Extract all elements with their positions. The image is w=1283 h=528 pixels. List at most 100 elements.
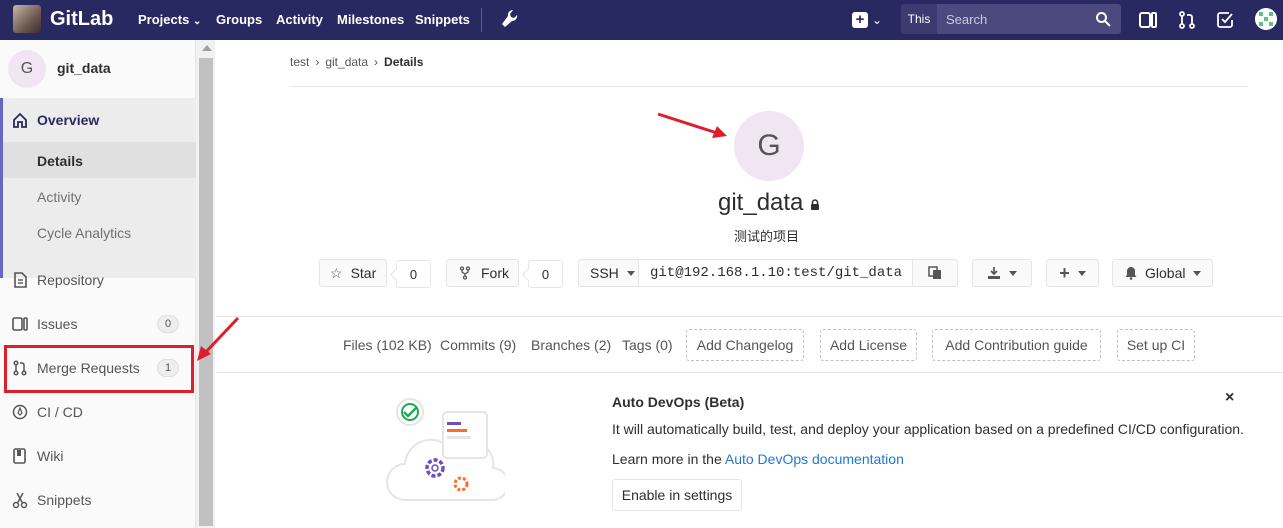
nav-snippets[interactable]: Snippets (415, 12, 470, 27)
sidebar-project-header[interactable]: G git_data (0, 40, 196, 98)
devops-description: It will automatically build, test, and d… (612, 421, 1244, 437)
rocket-icon (12, 404, 28, 420)
clone-url-input[interactable]: git@192.168.1.10:test/git_data (638, 259, 913, 287)
breadcrumb-divider (290, 86, 1248, 87)
copy-icon (928, 266, 941, 279)
close-icon[interactable]: × (1225, 389, 1234, 407)
fork-icon (459, 266, 471, 280)
breadcrumb-test[interactable]: test (290, 55, 309, 69)
sidebar-item-label: Overview (37, 112, 100, 128)
merge-request-nav-icon[interactable] (1177, 10, 1197, 30)
divider (216, 372, 1283, 373)
divider (216, 316, 1283, 317)
wrench-icon[interactable] (500, 8, 518, 30)
sidebar-item-snippets[interactable]: Snippets (0, 478, 196, 522)
sidebar-item-label: Repository (37, 272, 104, 288)
todos-icon[interactable] (1215, 10, 1235, 30)
nav-activity[interactable]: Activity (276, 12, 323, 27)
commits-link[interactable]: Commits (9) (440, 337, 516, 353)
issues-count-badge: 0 (157, 315, 179, 333)
sidebar-item-issues[interactable]: Issues 0 (0, 302, 196, 346)
sidebar-item-label: Issues (37, 316, 78, 332)
scroll-up-arrow-icon[interactable] (202, 45, 212, 51)
branches-link[interactable]: Branches (2) (531, 337, 611, 353)
lock-icon (811, 199, 819, 210)
sidebar-scroll-thumb[interactable] (199, 58, 213, 526)
sidebar-sub-details[interactable]: Details (37, 153, 83, 169)
user-avatar-icon[interactable] (1255, 8, 1277, 30)
caret-down-icon (626, 270, 635, 276)
add-dropdown[interactable]: + (1046, 259, 1099, 287)
active-indicator (0, 98, 3, 278)
download-icon (988, 267, 1000, 279)
sidebar-item-repository[interactable]: Repository (0, 258, 196, 302)
search-icon[interactable] (1095, 11, 1111, 27)
bell-icon (1125, 267, 1137, 280)
document-icon (14, 272, 27, 288)
caret-down-icon (1077, 270, 1086, 276)
star-label: Star (350, 265, 377, 281)
caret-down-icon (1193, 270, 1202, 276)
nav-projects[interactable]: Projects ⌄ (138, 12, 201, 27)
star-button[interactable]: ☆ Star (319, 259, 387, 287)
search-scope[interactable]: This project (901, 4, 937, 56)
breadcrumb-git-data[interactable]: git_data (325, 55, 368, 69)
copy-url-button[interactable] (912, 259, 958, 287)
notification-dropdown[interactable]: Global (1112, 259, 1213, 287)
sidebar-item-wiki[interactable]: Wiki (0, 434, 196, 478)
set-up-ci-button[interactable]: Set up CI (1117, 329, 1195, 361)
project-description: 测试的项目 (734, 229, 800, 244)
learn-more-prefix: Learn more in the (612, 451, 722, 467)
annotation-highlight-box (4, 345, 194, 393)
devops-documentation-link[interactable]: Auto DevOps documentation (725, 451, 904, 467)
chevron-down-icon: ⌄ (192, 16, 202, 27)
breadcrumb-details[interactable]: Details (384, 55, 423, 69)
protocol-label: SSH (590, 265, 619, 281)
scissors-icon (12, 492, 28, 509)
sub-item-active-bg (3, 142, 196, 178)
tags-link[interactable]: Tags (0) (622, 337, 673, 353)
devops-title: Auto DevOps (Beta) (612, 394, 745, 410)
fork-label: Fork (481, 265, 509, 281)
add-contribution-guide-button[interactable]: Add Contribution guide (932, 329, 1101, 361)
issues-nav-icon[interactable] (1138, 10, 1158, 30)
devops-illustration-icon (386, 398, 505, 502)
download-dropdown[interactable] (972, 259, 1032, 287)
chevron-down-icon: ⌄ (872, 13, 883, 27)
sidebar-project-name: git_data (57, 60, 111, 76)
chevron-right-icon: › (315, 55, 320, 69)
enable-in-settings-button[interactable]: Enable in settings (612, 479, 742, 511)
breadcrumb: test › git_data › Details (290, 55, 423, 69)
project-title: git_data (718, 189, 804, 216)
fork-button[interactable]: Fork (446, 259, 519, 287)
files-link[interactable]: Files (102 KB) (343, 337, 432, 353)
add-license-button[interactable]: Add License (820, 329, 917, 361)
sidebar-item-ci-cd[interactable]: CI / CD (0, 390, 196, 434)
sidebar-sub-cycle-analytics[interactable]: Cycle Analytics (37, 225, 131, 241)
new-dropdown[interactable]: + ⌄ (852, 9, 888, 31)
sidebar-item-label: Wiki (37, 448, 64, 464)
book-icon (13, 448, 26, 464)
nav-groups[interactable]: Groups (216, 12, 262, 27)
devops-learn-more: Learn more in the Auto DevOps documentat… (612, 451, 904, 467)
brand-title[interactable]: GitLab (50, 8, 113, 31)
plus-icon: + (852, 12, 868, 28)
home-icon (13, 112, 27, 128)
sidebar-item-overview[interactable]: Overview (0, 98, 196, 142)
plus-icon: + (1059, 263, 1070, 283)
top-navbar: GitLab Projects ⌄ Groups Activity Milest… (0, 0, 1283, 56)
fork-count[interactable]: 0 (528, 260, 563, 288)
gitlab-logo-avatar[interactable] (13, 5, 41, 33)
star-count[interactable]: 0 (396, 260, 431, 288)
caret-down-icon (1009, 270, 1017, 276)
annotation-arrow-merge-requests (197, 316, 240, 361)
protocol-dropdown[interactable]: SSH (578, 259, 639, 287)
nav-divider (481, 8, 482, 32)
sidebar-sub-activity[interactable]: Activity (37, 189, 81, 205)
add-changelog-button[interactable]: Add Changelog (686, 329, 804, 361)
project-sidebar: G git_data Overview Details Activity Cyc… (0, 40, 196, 528)
chevron-right-icon: › (374, 55, 379, 69)
issues-icon (12, 317, 28, 331)
nav-milestones[interactable]: Milestones (337, 12, 404, 27)
sidebar-item-label: Snippets (37, 492, 92, 508)
